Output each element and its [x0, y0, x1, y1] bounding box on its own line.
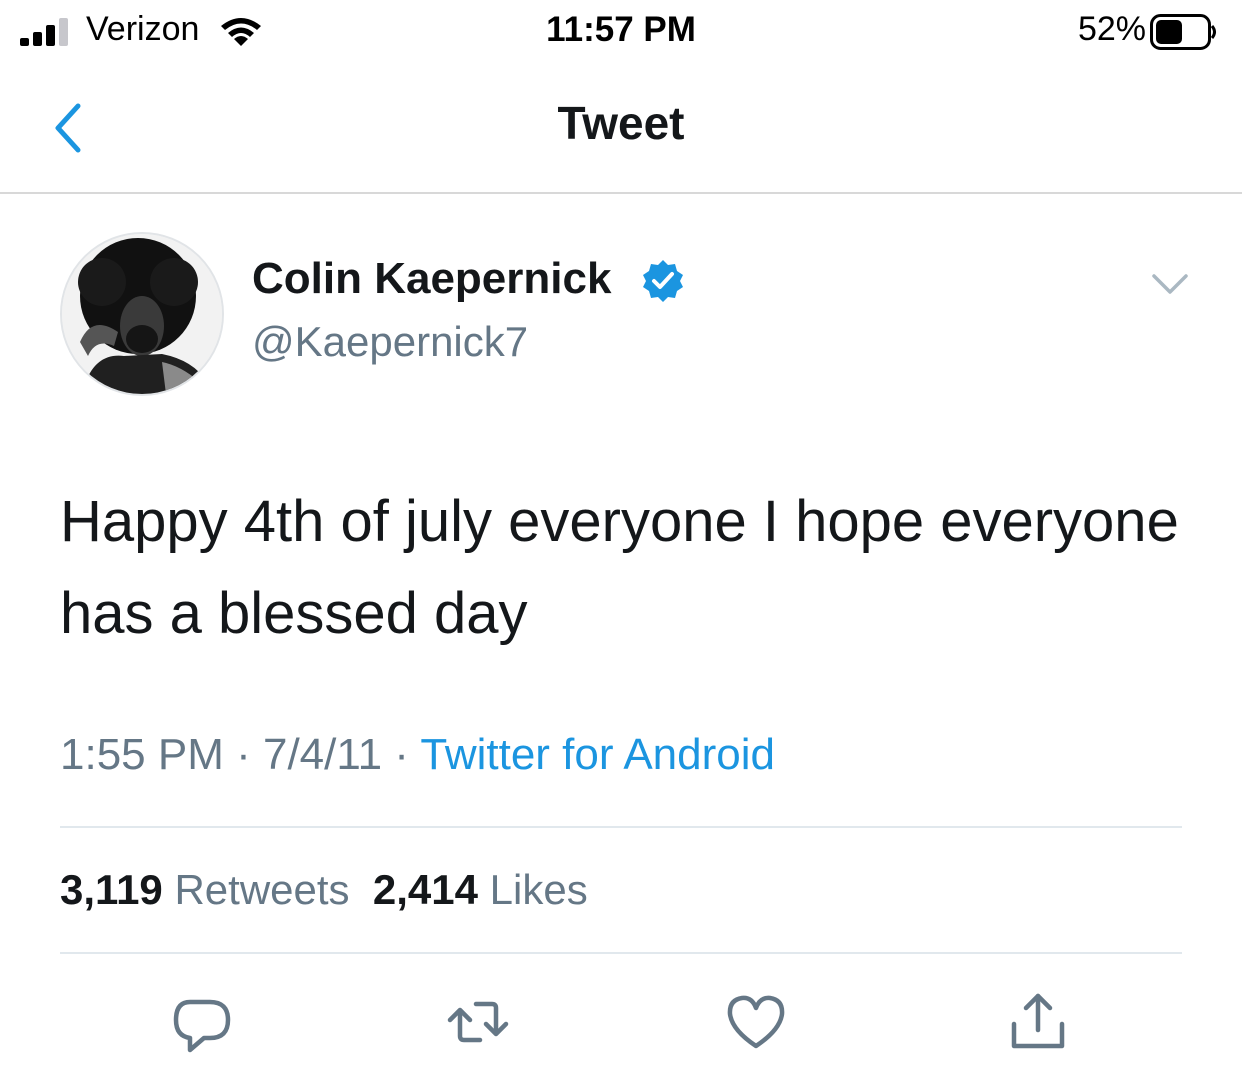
retweet-icon[interactable]	[446, 990, 510, 1054]
status-time: 11:57 PM	[546, 10, 696, 49]
retweets-stat[interactable]: 3,119 Retweets	[60, 866, 350, 913]
profile-photo	[62, 234, 222, 394]
likes-count: 2,414	[372, 866, 478, 913]
tweet-date: 7/4/11	[262, 730, 383, 779]
tweet-metadata: 1:55 PM · 7/4/11 · Twitter for Android	[60, 730, 775, 780]
tweet-time: 1:55 PM	[60, 730, 224, 779]
battery-percentage: 52%	[1077, 10, 1146, 48]
likes-stat[interactable]: 2,414 Likes	[373, 866, 588, 913]
avatar[interactable]	[60, 232, 224, 396]
engagement-stats: 3,119 Retweets 2,414 Likes	[60, 866, 588, 914]
navigation-bar: Tweet	[0, 70, 1242, 194]
retweets-count: 3,119	[60, 866, 163, 913]
tweet-text: Happy 4th of july everyone I hope everyo…	[60, 489, 1179, 646]
meta-separator: ·	[382, 730, 421, 779]
page-title: Tweet	[557, 97, 685, 149]
verified-badge-icon	[643, 260, 683, 302]
chevron-down-icon[interactable]	[1150, 268, 1190, 298]
status-bar: Verizon 11:57 PM 52%	[0, 0, 1242, 70]
divider	[60, 952, 1182, 954]
user-handle[interactable]: @Kaepernick7	[252, 318, 528, 366]
share-icon[interactable]	[1006, 990, 1070, 1054]
battery-icon	[1150, 14, 1216, 50]
display-name[interactable]: Colin Kaepernick	[252, 254, 611, 304]
reply-icon[interactable]	[170, 990, 234, 1054]
meta-separator: ·	[223, 730, 263, 779]
divider	[60, 826, 1182, 828]
likes-label: Likes	[489, 866, 588, 913]
heart-icon[interactable]	[724, 990, 788, 1054]
retweets-label: Retweets	[174, 866, 350, 913]
tweet-source-link[interactable]: Twitter for Android	[420, 730, 775, 779]
tweet-detail-screen: Verizon 11:57 PM 52% Tweet Colin Kaepern…	[0, 0, 1242, 1085]
